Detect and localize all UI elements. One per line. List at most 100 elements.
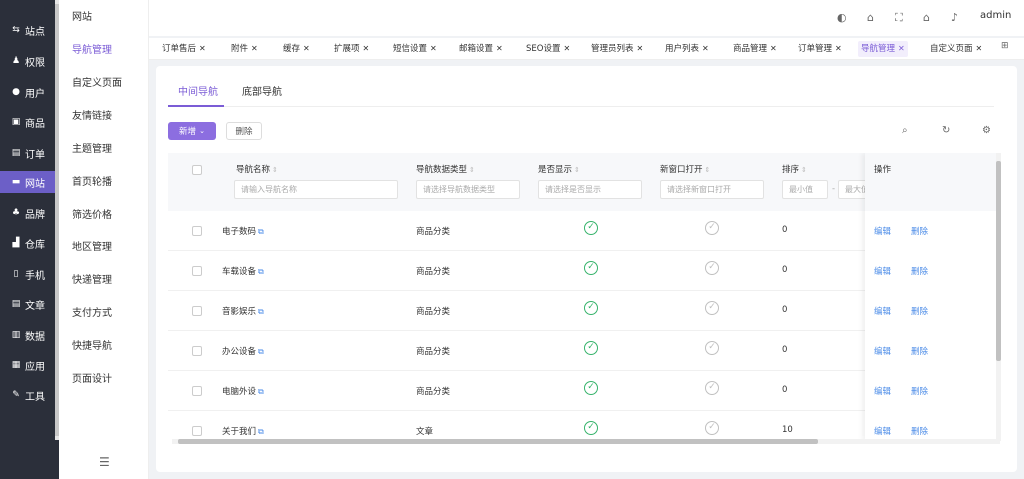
sub-item-home-carousel[interactable]: 首页轮播 [72,176,112,190]
fullscreen-icon[interactable]: ⛶ [895,11,903,25]
external-link-icon[interactable]: ⧉ [258,387,264,396]
close-icon[interactable]: ✕ [363,44,370,53]
batch-delete-button[interactable]: 删除 [226,122,262,140]
rail-item-order[interactable]: ▤ 订单 [10,142,54,164]
sub-item-price-filter[interactable]: 筛选价格 [72,209,112,223]
table-horizontal-scrollbar-thumb[interactable] [178,439,818,444]
edit-link[interactable]: 编辑 [874,425,891,437]
select-all-checkbox[interactable] [192,165,202,175]
tab-sms-settings[interactable]: 短信设置 ✕ [390,41,440,57]
tab-nav-manage[interactable]: 导航管理 ✕ [858,41,908,57]
edit-link[interactable]: 编辑 [874,265,891,277]
edit-link[interactable]: 编辑 [874,385,891,397]
sub-item-friend-links[interactable]: 友情链接 [72,110,112,124]
tab-order-manage[interactable]: 订单管理 ✕ [795,41,845,57]
close-icon[interactable]: ✕ [251,44,258,53]
rail-item-data[interactable]: ▥ 数据 [10,324,54,346]
name-filter-input[interactable]: 请输入导航名称 [234,180,398,199]
table-vertical-scrollbar-thumb[interactable] [996,161,1001,361]
delete-link[interactable]: 删除 [911,305,928,317]
nav-name-link[interactable]: 音影娱乐 ⧉ [222,305,264,317]
rail-item-user[interactable]: ● 用户 [10,81,54,103]
nav-name-link[interactable]: 关于我们 ⧉ [222,425,264,437]
row-checkbox[interactable] [192,226,202,236]
external-link-icon[interactable]: ⧉ [258,307,264,316]
sort-icon[interactable]: ⇕ [801,166,807,174]
settings-icon[interactable]: ⚙ [982,125,991,136]
close-icon[interactable]: ✕ [976,44,983,53]
tab-order-aftersale[interactable]: 订单售后 ✕ [159,41,209,57]
close-icon[interactable]: ✕ [702,44,709,53]
table-vertical-scrollbar[interactable] [996,153,1001,441]
delete-link[interactable]: 删除 [911,425,928,437]
delete-link[interactable]: 删除 [911,265,928,277]
row-checkbox[interactable] [192,386,202,396]
sub-item-payment[interactable]: 支付方式 [72,307,112,321]
close-icon[interactable]: ✕ [563,44,570,53]
rail-item-article[interactable]: ▤ 文章 [10,293,54,315]
search-icon[interactable]: ⌕ [902,125,908,136]
show-filter-select[interactable]: 请选择是否显示 [538,180,642,199]
nav-name-link[interactable]: 电子数码 ⧉ [222,225,264,237]
column-header-new-window[interactable]: 新窗口打开 ⇕ [660,163,710,175]
sub-item-page-design[interactable]: 页面设计 [72,373,112,387]
rail-item-mobile[interactable]: ▯ 手机 [10,263,54,285]
user-name[interactable]: admin [980,10,1011,21]
sub-item-nav-manage[interactable]: 导航管理 [72,44,112,58]
tab-seo-settings[interactable]: SEO设置 ✕ [523,41,573,57]
rail-item-app[interactable]: ▦ 应用 [10,354,54,376]
tab-extension[interactable]: 扩展项 ✕ [331,41,372,57]
sub-item-express[interactable]: 快递管理 [72,274,112,288]
row-checkbox[interactable] [192,266,202,276]
sort-icon[interactable]: ⇕ [272,166,278,174]
nav-name-link[interactable]: 办公设备 ⧉ [222,345,264,357]
external-link-icon[interactable]: ⧉ [258,267,264,276]
rail-item-product[interactable]: ▣ 商品 [10,111,54,133]
delete-link[interactable]: 删除 [911,225,928,237]
tab-email-settings[interactable]: 邮箱设置 ✕ [456,41,506,57]
rail-item-brand[interactable]: ♣ 品牌 [10,202,54,224]
sub-item-region[interactable]: 地区管理 [72,241,112,255]
nav-name-link[interactable]: 电脑外设 ⧉ [222,385,264,397]
delete-link[interactable]: 删除 [911,385,928,397]
close-icon[interactable]: ✕ [496,44,503,53]
sort-icon[interactable]: ⇕ [705,166,711,174]
column-header-name[interactable]: 导航名称 ⇕ [236,163,278,175]
table-horizontal-scrollbar[interactable] [172,439,1000,444]
sort-icon[interactable]: ⇕ [574,166,580,174]
column-header-show[interactable]: 是否显示 ⇕ [538,163,580,175]
tab-custom-page[interactable]: 自定义页面 ✕ [927,41,985,57]
edit-link[interactable]: 编辑 [874,345,891,357]
close-icon[interactable]: ✕ [770,44,777,53]
add-button[interactable]: 新增 ⌄ [168,122,216,140]
close-icon[interactable]: ✕ [637,44,644,53]
sort-icon[interactable]: ⇕ [469,166,475,174]
edit-link[interactable]: 编辑 [874,305,891,317]
collapse-menu-icon[interactable]: ☰ [99,455,110,469]
tab-product-manage[interactable]: 商品管理 ✕ [730,41,780,57]
subtab-middle-nav[interactable]: 中间导航 [178,83,218,98]
subtab-bottom-nav[interactable]: 底部导航 [242,83,282,98]
sub-item-custom-page[interactable]: 自定义页面 [72,77,122,91]
close-icon[interactable]: ✕ [303,44,310,53]
row-checkbox[interactable] [192,426,202,436]
new-window-filter-select[interactable]: 请选择新窗口打开 [660,180,764,199]
rail-item-tool[interactable]: ✎ 工具 [10,384,54,406]
theme-palette-icon[interactable]: ◐ [837,11,847,24]
tabs-more-grid-icon[interactable]: ⊞ [1001,41,1009,51]
delete-link[interactable]: 删除 [911,345,928,357]
rail-item-website[interactable]: ▬ 网站 [0,171,56,193]
close-icon[interactable]: ✕ [199,44,206,53]
row-checkbox[interactable] [192,346,202,356]
sub-item-quick-nav[interactable]: 快捷导航 [72,340,112,354]
close-icon[interactable]: ✕ [898,44,905,53]
tab-admin-list[interactable]: 管理员列表 ✕ [588,41,646,57]
close-icon[interactable]: ✕ [835,44,842,53]
sub-item-theme[interactable]: 主题管理 [72,143,112,157]
rail-item-site[interactable]: ⇆ 站点 [10,19,54,41]
sub-item-website[interactable]: 网站 [72,11,92,25]
tab-cache[interactable]: 缓存 ✕ [280,41,313,57]
sort-min-input[interactable]: 最小值 [782,180,828,199]
notification-bell-icon[interactable]: ♪ [951,11,958,24]
refresh-icon[interactable]: ↻ [942,125,950,136]
